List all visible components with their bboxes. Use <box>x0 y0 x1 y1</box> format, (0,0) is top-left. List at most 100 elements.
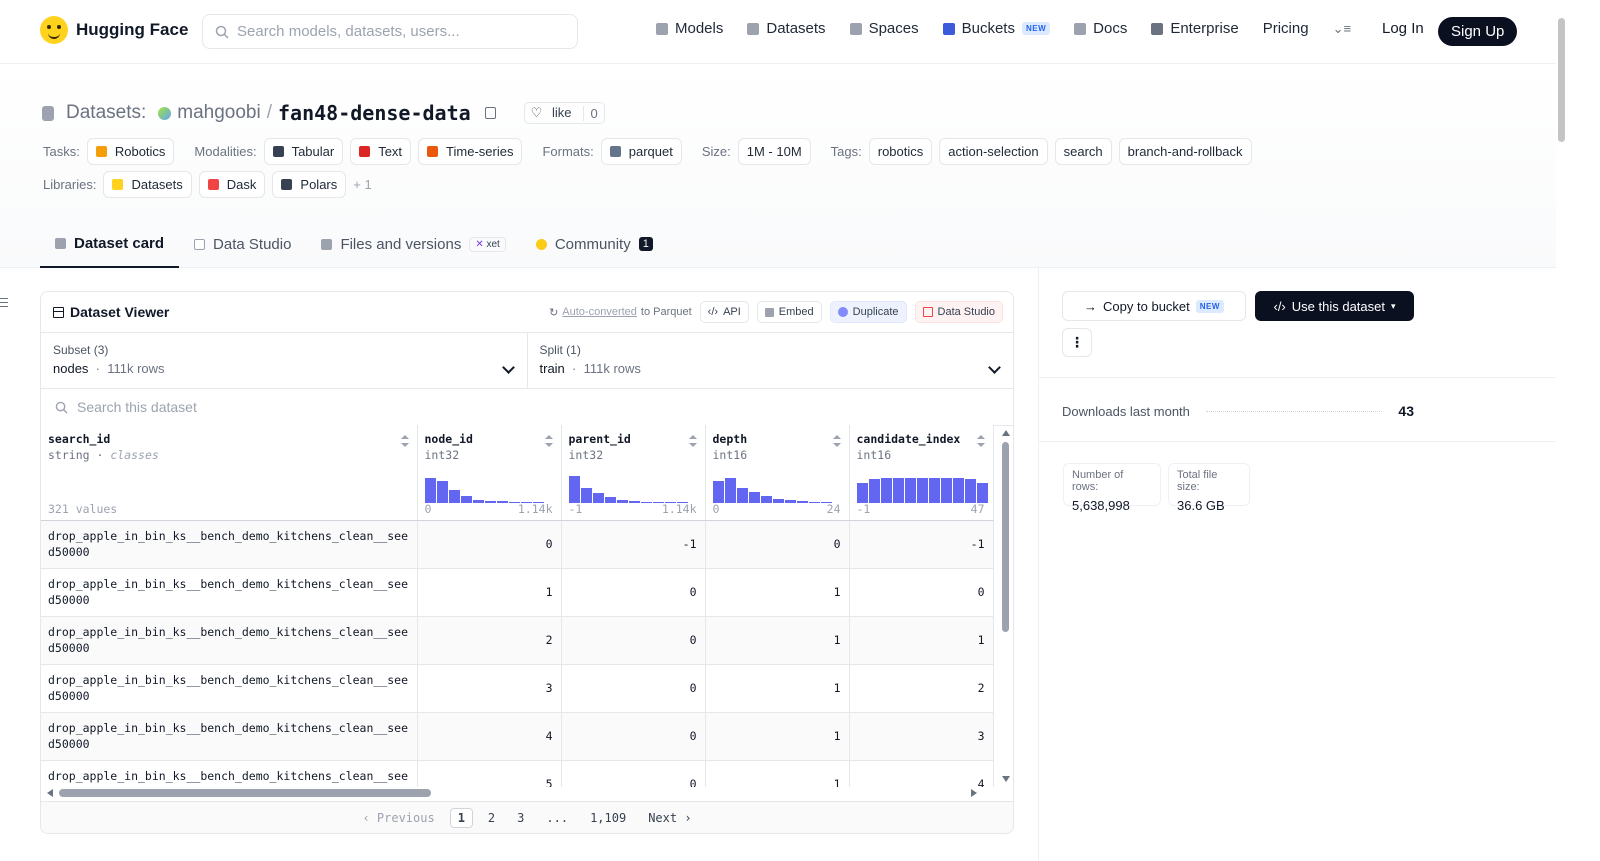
column-histogram[interactable] <box>424 475 544 503</box>
scroll-down-icon[interactable] <box>1002 776 1010 782</box>
api-button[interactable]: ‹/› API <box>699 301 749 323</box>
library-tag[interactable]: Polars <box>272 171 347 198</box>
tab-community[interactable]: Community 1 <box>521 220 668 268</box>
task-tag[interactable]: Robotics <box>86 138 175 165</box>
table-cell[interactable]: drop_apple_in_bin_ks__bench_demo_kitchen… <box>41 760 418 787</box>
scroll-up-icon[interactable] <box>1002 430 1010 436</box>
table-cell[interactable]: 4 <box>417 712 562 761</box>
histogram-bar[interactable] <box>904 477 916 503</box>
page-scrollbar[interactable] <box>1556 0 1568 845</box>
column-header-candidate_index[interactable]: candidate_index int16 -1 47 <box>849 425 994 521</box>
owner-link[interactable]: mahgoobi <box>177 102 260 124</box>
duplicate-button[interactable]: Duplicate <box>829 301 907 323</box>
page-button[interactable]: 1 <box>449 808 473 828</box>
scroll-left-icon[interactable] <box>47 789 53 797</box>
tab-files-and-versions[interactable]: Files and versions ✕ xet <box>306 220 520 268</box>
histogram-bar[interactable] <box>724 477 736 503</box>
page-scroll-thumb[interactable] <box>1558 18 1565 142</box>
table-cell[interactable]: 1 <box>705 760 850 787</box>
column-header-search_id[interactable]: search_id string · classes 321 values <box>41 425 418 521</box>
histogram-bar[interactable] <box>940 477 952 503</box>
table-cell[interactable]: drop_apple_in_bin_ks__bench_demo_kitchen… <box>41 568 418 617</box>
column-histogram[interactable] <box>712 475 832 503</box>
table-cell[interactable]: drop_apple_in_bin_ks__bench_demo_kitchen… <box>41 616 418 665</box>
dataset-search[interactable] <box>41 389 1013 426</box>
page-button[interactable]: 1,109 <box>583 809 633 827</box>
nav-item-spaces[interactable]: Spaces <box>849 20 919 37</box>
keyword-tag[interactable]: search <box>1054 138 1112 165</box>
keyword-tag[interactable]: robotics <box>868 138 933 165</box>
nav-item-pricing[interactable]: Pricing <box>1263 20 1309 37</box>
hamburger-icon[interactable] <box>0 298 8 307</box>
table-cell[interactable]: 0 <box>561 760 706 787</box>
histogram-bar[interactable] <box>736 487 748 503</box>
table-cell[interactable]: 1 <box>417 568 562 617</box>
histogram-bar[interactable] <box>580 487 592 503</box>
table-row[interactable]: drop_apple_in_bin_ks__bench_demo_kitchen… <box>41 760 994 787</box>
column-header-node_id[interactable]: node_id int32 0 1.14k <box>417 425 562 521</box>
like-button[interactable]: ♡ like 0 <box>523 102 605 124</box>
datasets-prefix[interactable]: Datasets: <box>66 102 146 124</box>
vertical-scrollbar[interactable] <box>999 428 1013 784</box>
previous-page-button[interactable]: ‹ Previous <box>355 809 441 827</box>
table-cell[interactable]: 3 <box>849 712 994 761</box>
horizontal-scroll-thumb[interactable] <box>59 789 431 797</box>
nav-item-buckets[interactable]: Buckets NEW <box>942 20 1051 37</box>
table-cell[interactable]: 0 <box>417 520 562 569</box>
table-cell[interactable]: -1 <box>849 520 994 569</box>
data-studio-button[interactable]: Data Studio <box>914 301 1003 323</box>
size-tag[interactable]: 1M - 10M <box>737 138 811 165</box>
table-cell[interactable]: 4 <box>849 760 994 787</box>
tab-data-studio[interactable]: Data Studio <box>179 220 306 268</box>
dataset-name[interactable]: fan48-dense-data <box>278 101 471 125</box>
table-cell[interactable]: 5 <box>417 760 562 787</box>
table-cell[interactable]: 0 <box>561 616 706 665</box>
table-cell[interactable]: 1 <box>705 712 850 761</box>
table-cell[interactable]: drop_apple_in_bin_ks__bench_demo_kitchen… <box>41 664 418 713</box>
format-tag[interactable]: parquet <box>600 138 682 165</box>
page-button[interactable]: 2 <box>481 809 502 827</box>
global-search-input[interactable] <box>237 23 557 40</box>
split-select[interactable]: Split (1) train · 111k rows <box>526 333 1014 388</box>
histogram-bar[interactable] <box>868 478 880 503</box>
histogram-bar[interactable] <box>436 480 448 503</box>
table-cell[interactable]: drop_apple_in_bin_ks__bench_demo_kitchen… <box>41 520 418 569</box>
histogram-bar[interactable] <box>424 477 436 503</box>
login-link[interactable]: Log In <box>1382 20 1424 37</box>
table-cell[interactable]: 0 <box>705 520 850 569</box>
menu-icon[interactable]: ⌄≡ <box>1333 21 1351 37</box>
auto-converted-link[interactable]: Auto-converted <box>562 306 637 318</box>
table-cell[interactable]: 1 <box>705 616 850 665</box>
histogram-bar[interactable] <box>976 482 988 503</box>
table-cell[interactable]: 1 <box>705 664 850 713</box>
use-this-dataset-button[interactable]: ‹/› Use this dataset ▾ <box>1255 291 1414 321</box>
table-cell[interactable]: 0 <box>849 568 994 617</box>
table-cell[interactable]: 0 <box>561 712 706 761</box>
table-cell[interactable]: 1 <box>849 616 994 665</box>
histogram-bar[interactable] <box>916 477 928 503</box>
library-tag[interactable]: Datasets <box>103 171 192 198</box>
more-options-icon[interactable]: ⋮ <box>1062 328 1092 357</box>
column-histogram[interactable] <box>856 475 988 503</box>
table-row[interactable]: drop_apple_in_bin_ks__bench_demo_kitchen… <box>41 712 994 761</box>
sort-icon[interactable] <box>544 435 553 447</box>
table-row[interactable]: drop_apple_in_bin_ks__bench_demo_kitchen… <box>41 664 994 713</box>
embed-button[interactable]: Embed <box>756 301 822 323</box>
sort-icon[interactable] <box>400 435 409 447</box>
modality-tag[interactable]: Time-series <box>418 138 523 165</box>
dataset-search-input[interactable] <box>77 399 577 415</box>
sort-icon[interactable] <box>832 435 841 447</box>
table-row[interactable]: drop_apple_in_bin_ks__bench_demo_kitchen… <box>41 520 994 569</box>
subset-select[interactable]: Subset (3) nodes · 111k rows <box>41 333 527 388</box>
brand-logo[interactable]: Hugging Face <box>40 16 188 44</box>
histogram-bar[interactable] <box>880 477 892 503</box>
column-header-depth[interactable]: depth int16 0 24 <box>705 425 850 521</box>
global-search[interactable] <box>202 14 578 49</box>
keyword-tag[interactable]: branch-and-rollback <box>1118 138 1252 165</box>
next-page-button[interactable]: Next › <box>641 809 698 827</box>
libraries-more-link[interactable]: + 1 <box>353 177 371 192</box>
table-cell[interactable]: -1 <box>561 520 706 569</box>
table-cell[interactable]: 1 <box>705 568 850 617</box>
modality-tag[interactable]: Text <box>350 138 412 165</box>
histogram-bar[interactable] <box>568 475 580 503</box>
